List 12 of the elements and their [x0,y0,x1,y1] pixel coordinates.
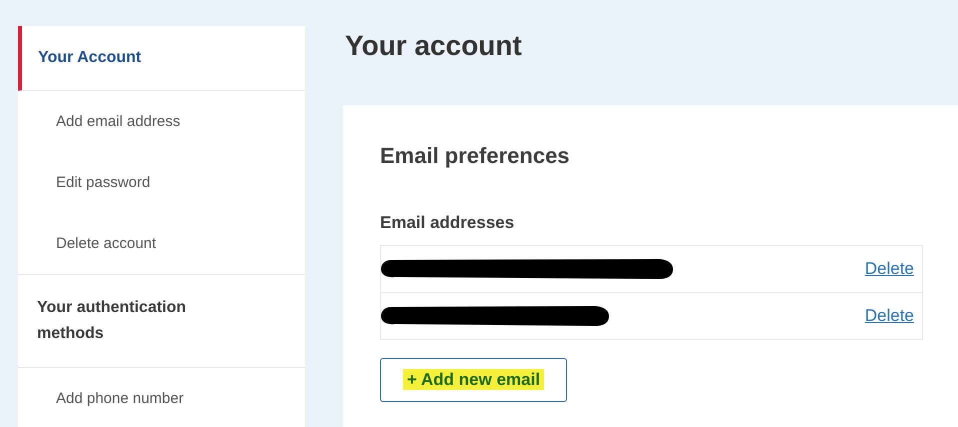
delete-link[interactable]: Delete [864,306,914,326]
sidebar-item[interactable]: Delete account [18,213,305,274]
sidebar-item[interactable]: Add phone number [18,368,305,427]
section-subtitle: Email addresses [380,213,514,233]
page-title: Your account [345,30,523,63]
section-title: Email preferences [380,143,570,169]
sidebar-heading[interactable]: Your Account [18,26,305,91]
add-email-button[interactable]: + Add new email [380,358,568,402]
delete-link[interactable]: Delete [864,259,914,279]
sidebar-item[interactable]: Edit password [18,152,305,213]
sidebar-heading[interactable]: Your authentication methods [18,275,305,368]
sidebar-item[interactable]: Add email address [18,91,305,152]
